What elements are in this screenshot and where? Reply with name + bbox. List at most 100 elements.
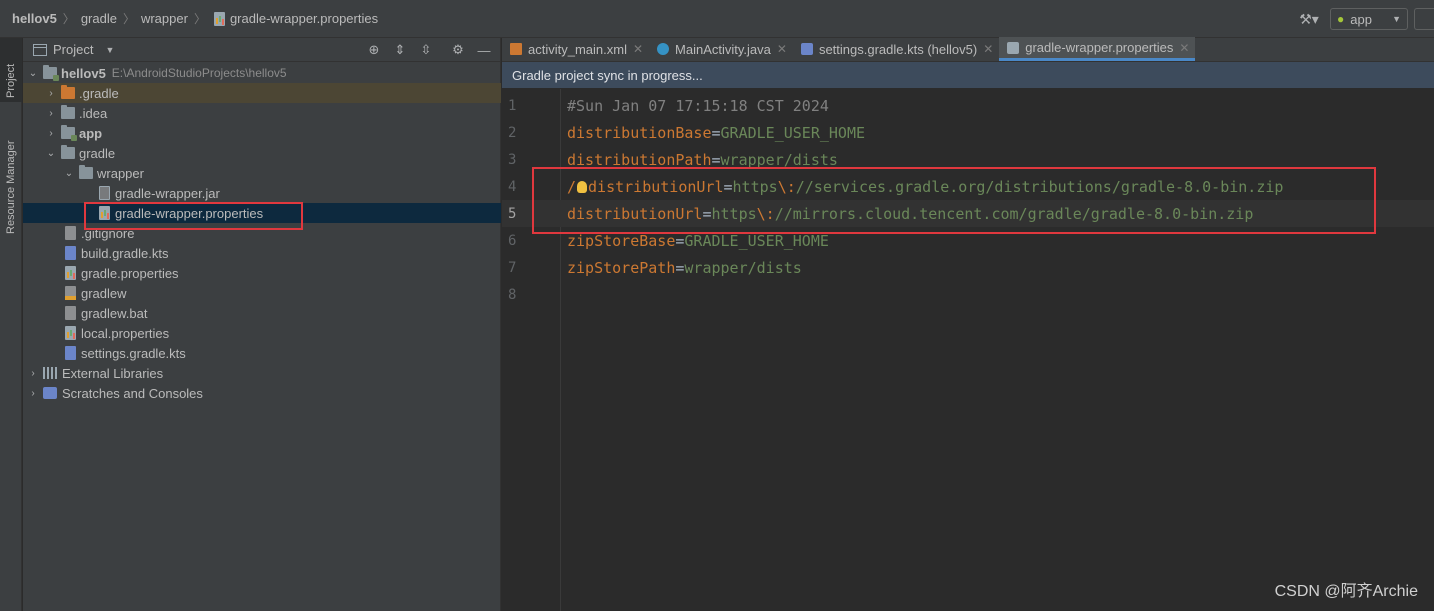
tree-row-external-libraries[interactable]: › External Libraries	[23, 363, 501, 383]
breadcrumb-item-wrapper[interactable]: wrapper	[141, 11, 188, 26]
chevron-right-icon[interactable]: ›	[27, 368, 39, 379]
property-value: https	[711, 204, 757, 223]
line-number: 6	[508, 232, 517, 249]
locate-icon[interactable]: ⊕	[364, 41, 384, 59]
resource-manager-tool-tab[interactable]: Resource Manager	[0, 114, 22, 238]
project-panel-title[interactable]: Project	[53, 42, 93, 57]
tree-row-gradle-properties[interactable]: gradle.properties	[23, 263, 501, 283]
project-path: E:\AndroidStudioProjects\hellov5	[111, 66, 287, 80]
tree-label: .idea	[79, 105, 108, 121]
tab-gradle-wrapper-properties[interactable]: gradle-wrapper.properties ✕	[999, 37, 1196, 61]
tree-label: Scratches and Consoles	[62, 385, 203, 401]
properties-file-icon	[213, 11, 225, 26]
tab-main-activity-java[interactable]: MainActivity.java ✕	[649, 37, 793, 61]
tree-row-gradle[interactable]: ⌄ gradle	[23, 143, 501, 163]
tree-label: gradle	[79, 145, 116, 161]
tree-row-gradle-cache[interactable]: › .gradle	[23, 83, 501, 103]
watermark: CSDN @阿齐Archie	[1274, 583, 1418, 600]
comment-text: #Sun Jan 07 17:15:18 CST 2024	[567, 96, 829, 115]
code-line[interactable]: 3 distributionPath=wrapper/dists	[502, 146, 1434, 173]
code-line-current[interactable]: 5 distributionUrl=https\://mirrors.cloud…	[502, 200, 1434, 227]
sync-banner: Gradle project sync in progress...	[502, 62, 1434, 88]
tree-label: .gitignore	[81, 225, 135, 241]
run-config-selector[interactable]: ● app ▼	[1330, 8, 1408, 30]
tree-row-app[interactable]: › app	[23, 123, 501, 143]
code-line[interactable]: 1 #Sun Jan 07 17:15:18 CST 2024	[502, 92, 1434, 119]
shell-file-icon	[65, 286, 76, 300]
run-config-label: app	[1350, 11, 1372, 27]
chevron-right-icon[interactable]: ›	[45, 88, 57, 99]
chevron-down-icon[interactable]: ⌄	[45, 148, 57, 159]
libraries-icon	[43, 367, 57, 379]
expand-all-icon[interactable]: ⇕	[390, 41, 410, 59]
project-tool-tab[interactable]: Project	[0, 38, 22, 102]
property-key: distributionBase	[567, 123, 712, 142]
chevron-down-icon[interactable]: ⌄	[63, 168, 75, 179]
chevron-right-icon[interactable]: ›	[45, 108, 57, 119]
gear-icon[interactable]: ⚙	[448, 41, 468, 59]
property-key: zipStoreBase	[567, 231, 676, 250]
code-line[interactable]: 6 zipStoreBase=GRADLE_USER_HOME	[502, 227, 1434, 254]
tree-label: gradlew.bat	[81, 305, 148, 321]
property-value: GRADLE_USER_HOME	[684, 231, 829, 250]
tree-row-scratches[interactable]: › Scratches and Consoles	[23, 383, 501, 403]
code-line[interactable]: 2 distributionBase=GRADLE_USER_HOME	[502, 119, 1434, 146]
lightbulb-icon[interactable]	[577, 181, 588, 193]
tree-label: app	[79, 125, 103, 141]
close-icon[interactable]: ✕	[777, 42, 787, 56]
navigation-bar: hellov5 〉 gradle 〉 wrapper 〉 gradle-wrap…	[0, 0, 1434, 38]
tree-row-local-properties[interactable]: local.properties	[23, 323, 501, 343]
tree-row-gradle-wrapper-properties[interactable]: gradle-wrapper.properties	[23, 203, 501, 223]
xml-file-icon	[510, 43, 522, 55]
breadcrumb-item-hellov5[interactable]: hellov5	[12, 11, 57, 26]
hammer-icon[interactable]: ⚒▾	[1294, 8, 1324, 30]
close-icon[interactable]: ✕	[633, 42, 643, 56]
minimize-icon[interactable]: —	[474, 41, 494, 59]
close-icon[interactable]: ✕	[983, 42, 993, 56]
device-selector[interactable]	[1414, 8, 1434, 30]
chevron-right-icon[interactable]: ›	[27, 388, 39, 399]
tree-row-gradlew[interactable]: gradlew	[23, 283, 501, 303]
tree-row-gitignore[interactable]: .gitignore	[23, 223, 501, 243]
tab-activity-main-xml[interactable]: activity_main.xml ✕	[502, 37, 649, 61]
tree-row-settings-gradle-kts[interactable]: settings.gradle.kts	[23, 343, 501, 363]
line-number: 4	[508, 178, 517, 195]
chevron-down-icon[interactable]: ▼	[105, 45, 114, 55]
collapse-all-icon[interactable]: ⇳	[416, 41, 436, 59]
folder-icon	[61, 85, 75, 99]
line-number: 2	[508, 124, 517, 141]
close-icon[interactable]: ✕	[1179, 41, 1189, 55]
tab-label: gradle-wrapper.properties	[1025, 40, 1174, 55]
property-key: distributionPath	[567, 150, 712, 169]
breadcrumb-item-gradle[interactable]: gradle	[81, 11, 117, 26]
code-line[interactable]: 4 /distributionUrl=https\://services.gra…	[502, 173, 1434, 200]
properties-file-icon	[65, 326, 76, 340]
code-line[interactable]: 7 zipStorePath=wrapper/dists	[502, 254, 1434, 281]
folder-icon	[61, 105, 75, 119]
tab-label: MainActivity.java	[675, 41, 771, 57]
tree-row-hellov5[interactable]: ⌄ hellov5 E:\AndroidStudioProjects\hello…	[23, 63, 501, 83]
kotlin-script-file-icon	[800, 43, 813, 55]
code-line[interactable]: 8	[502, 281, 1434, 308]
property-value-rest: //services.gradle.org/distributions/grad…	[795, 177, 1284, 196]
line-number: 1	[508, 97, 517, 114]
chevron-down-icon[interactable]: ⌄	[27, 68, 39, 79]
tree-row-build-gradle-kts[interactable]: build.gradle.kts	[23, 243, 501, 263]
code-editor[interactable]: 1 #Sun Jan 07 17:15:18 CST 2024 2 distri…	[502, 89, 1434, 611]
kotlin-script-file-icon	[65, 346, 76, 360]
breadcrumb-item-file[interactable]: gradle-wrapper.properties	[212, 11, 378, 26]
tab-settings-gradle-kts[interactable]: settings.gradle.kts (hellov5) ✕	[793, 37, 999, 61]
tree-label: hellov5	[61, 65, 106, 81]
tree-row-idea[interactable]: › .idea	[23, 103, 501, 123]
folder-icon	[61, 145, 75, 159]
kotlin-script-file-icon	[65, 246, 76, 260]
chevron-right-icon[interactable]: ›	[45, 128, 57, 139]
tree-row-gradlew-bat[interactable]: gradlew.bat	[23, 303, 501, 323]
editor-tab-bar: activity_main.xml ✕ MainActivity.java ✕ …	[502, 37, 1434, 62]
java-class-icon	[657, 43, 670, 55]
jar-file-icon	[99, 186, 110, 200]
tree-row-wrapper[interactable]: ⌄ wrapper	[23, 163, 501, 183]
tree-label: wrapper	[97, 165, 144, 181]
tree-row-gradle-wrapper-jar[interactable]: gradle-wrapper.jar	[23, 183, 501, 203]
folder-icon	[79, 165, 93, 179]
